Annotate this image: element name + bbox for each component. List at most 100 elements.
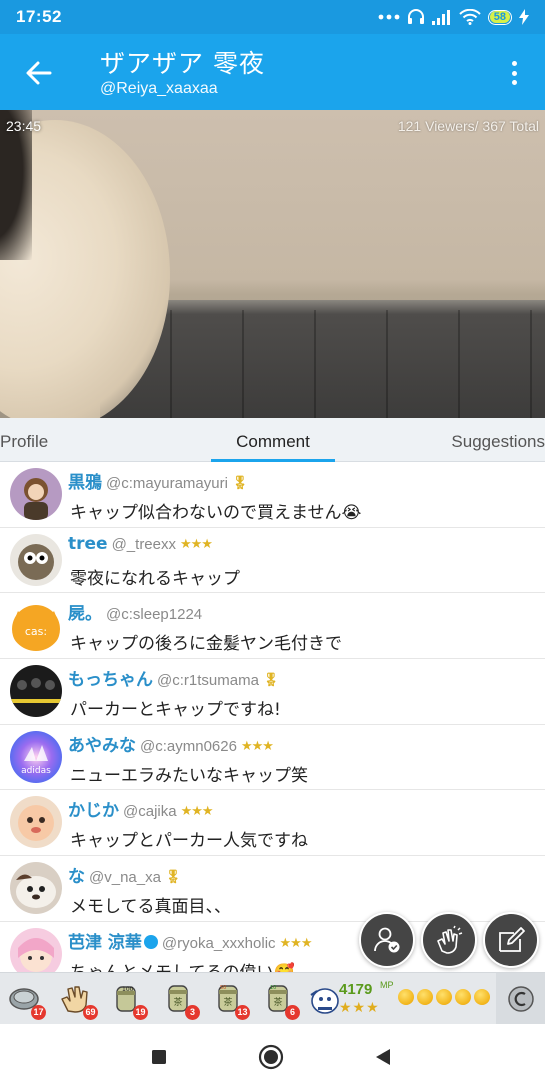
- avatar[interactable]: adidas: [10, 730, 62, 783]
- status-time: 17:52: [16, 7, 62, 26]
- triangle-back-icon: [376, 1049, 390, 1065]
- author-name: あやみな: [68, 735, 136, 756]
- battery-level: 58: [489, 11, 510, 23]
- comment-text: キャップとパーカー人気ですね: [70, 831, 308, 852]
- gift-count: 19: [133, 1005, 148, 1020]
- home-button[interactable]: [258, 1044, 284, 1070]
- app-bar: ザアザア 零夜 @Reiya_xaaxaa: [0, 34, 545, 110]
- back-nav-button[interactable]: [370, 1044, 396, 1070]
- tab-suggestions[interactable]: Suggestions: [451, 418, 545, 462]
- username[interactable]: @Reiya_xaaxaa: [100, 80, 218, 98]
- mp-value: 4179: [339, 981, 373, 998]
- clap-icon: [437, 925, 463, 954]
- avatar[interactable]: [10, 533, 62, 586]
- svg-text:cas:: cas:: [25, 625, 47, 638]
- medal-badge-icon: 🎖: [262, 673, 279, 689]
- headphones-icon: [407, 9, 425, 25]
- gift-count: 13: [235, 1005, 250, 1020]
- signal-icon: [431, 9, 452, 25]
- avatar[interactable]: [10, 927, 62, 972]
- author-handle: @cajika: [123, 803, 177, 821]
- author-handle: @_treexx: [111, 535, 176, 553]
- system-nav-bar: [0, 1024, 545, 1090]
- gift-bar: 17 69 100 19 茶 3 茶 50 13 茶 10 6 4179 MP ★★…: [0, 972, 545, 1025]
- gift-item[interactable]: 17: [6, 979, 46, 1020]
- svg-text:茶: 茶: [173, 996, 182, 1008]
- back-button[interactable]: [22, 56, 56, 90]
- square-icon: [152, 1050, 166, 1064]
- comment-text: パーカーとキャップですね!: [70, 700, 281, 721]
- mp-unit: MP: [380, 980, 394, 990]
- mp-stars: ★★★: [339, 1000, 380, 1016]
- comment-author[interactable]: 黒鴉 @c:mayuramayuri 🎖: [68, 468, 248, 493]
- avatar[interactable]: cas:: [10, 599, 62, 652]
- recent-apps-button[interactable]: [146, 1044, 172, 1070]
- avatar[interactable]: [10, 796, 62, 849]
- author-name: 屍。: [68, 604, 102, 625]
- comment-item: もっちゃん @c:r1tsumama 🎖 パーカーとキャップですね!: [0, 659, 545, 725]
- avatar[interactable]: [10, 468, 62, 520]
- svg-text:adidas: adidas: [21, 766, 51, 776]
- avatar[interactable]: [10, 862, 62, 915]
- status-bar: 17:52 58: [0, 0, 545, 34]
- elapsed-time: 23:45: [6, 118, 42, 134]
- author-name: もっちゃん: [68, 670, 153, 691]
- author-name: 芭津 涼華: [68, 932, 142, 953]
- live-video[interactable]: 23:45 121 Viewers/ 367 Total: [0, 110, 545, 418]
- more-options-button[interactable]: [503, 58, 525, 88]
- coin-icon: [436, 989, 452, 1005]
- author-name: かじか: [68, 801, 119, 822]
- coin-icon: [398, 989, 414, 1005]
- author-name: な: [68, 867, 85, 888]
- svg-text:100: 100: [122, 986, 134, 993]
- gift-item[interactable]: 茶 50 13: [210, 979, 250, 1020]
- app-root: 17:52 58 ザアザア 零夜 @Reiya_xaaxaa 23:45 121…: [0, 0, 545, 1090]
- star-badge-icon: ★★★: [279, 935, 313, 951]
- comment-author[interactable]: な @v_na_xa 🎖: [68, 862, 181, 888]
- tab-profile[interactable]: Profile: [0, 418, 48, 462]
- user-check-icon: [374, 927, 400, 953]
- comment-author[interactable]: もっちゃん @c:r1tsumama 🎖: [68, 665, 279, 691]
- author-handle: @c:aymn0626: [140, 737, 237, 755]
- avatar[interactable]: [10, 665, 62, 718]
- status-icons: 58: [378, 9, 529, 25]
- author-handle: @c:sleep1224: [106, 606, 203, 624]
- applause-button[interactable]: [421, 912, 477, 968]
- comment-text: キャップ似合わないので買えません😭: [70, 503, 362, 523]
- medal-badge-icon: 🎖: [231, 476, 248, 491]
- gift-item[interactable]: 茶 10 6: [260, 979, 300, 1020]
- gift-item[interactable]: 茶 3: [160, 979, 200, 1020]
- mascot-icon: [310, 988, 339, 1014]
- comment-item: 黒鴉 @c:mayuramayuri 🎖 キャップ似合わないので買えません😭: [0, 462, 545, 528]
- comment-author[interactable]: かじか @cajika ★★★: [68, 796, 214, 822]
- svg-text:茶: 茶: [273, 996, 282, 1008]
- comment-author[interactable]: 屍。 @c:sleep1224: [68, 599, 206, 624]
- more-notifications-icon: [378, 14, 400, 20]
- tab-comment[interactable]: Comment: [211, 418, 335, 462]
- comment-item: かじか @cajika ★★★ キャップとパーカー人気ですね: [0, 790, 545, 857]
- gift-item[interactable]: 100 19: [108, 979, 148, 1020]
- comment-text: メモしてる真面目、、: [70, 897, 231, 918]
- comment-author[interactable]: あやみな @c:aymn0626 ★★★: [68, 731, 274, 756]
- follow-user-button[interactable]: [359, 912, 415, 968]
- comment-text: ちゃんとメモしてるの偉い🥰: [70, 958, 295, 972]
- star-badge-icon: ★★★: [240, 738, 274, 754]
- gift-item[interactable]: 69: [58, 979, 98, 1020]
- c-coin-icon: [507, 986, 534, 1012]
- comment-author[interactable]: 芭津 涼華 @ryoka_xxxholic ★★★: [68, 928, 312, 953]
- page-title: ザアザア 零夜: [100, 49, 265, 78]
- comment-list[interactable]: 黒鴉 @c:mayuramayuri 🎖 キャップ似合わないので買えません😭 tre…: [0, 462, 545, 972]
- comment-author[interactable]: tree @_treexx ★★★: [68, 534, 213, 554]
- write-comment-button[interactable]: [483, 912, 539, 968]
- coin-shop-button[interactable]: [496, 973, 545, 1025]
- gift-count: 6: [285, 1005, 300, 1020]
- comment-item: cas: 屍。 @c:sleep1224 キャップの後ろに金髪ヤン毛付きで: [0, 593, 545, 660]
- svg-text:50: 50: [220, 985, 226, 991]
- author-name: 黒鴉: [68, 473, 102, 493]
- comment-text: キャップの後ろに金髪ヤン毛付きで: [70, 634, 342, 655]
- coin-icon: [455, 989, 471, 1005]
- edit-icon: [499, 927, 525, 952]
- gift-count: 69: [83, 1005, 98, 1020]
- verified-icon: [143, 934, 158, 949]
- charging-icon: [519, 9, 529, 25]
